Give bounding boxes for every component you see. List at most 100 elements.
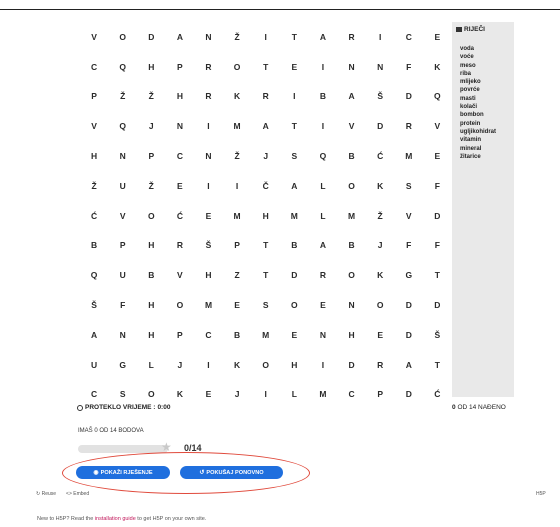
grid-cell[interactable]: V	[109, 211, 138, 221]
grid-cell[interactable]: Ć	[366, 151, 395, 161]
grid-cell[interactable]: N	[194, 151, 223, 161]
grid-cell[interactable]: R	[337, 32, 366, 42]
grid-cell[interactable]: I	[252, 389, 281, 399]
grid-cell[interactable]: O	[337, 181, 366, 191]
grid-cell[interactable]: Š	[423, 330, 452, 340]
grid-cell[interactable]: H	[166, 91, 195, 101]
grid-cell[interactable]: V	[423, 121, 452, 131]
grid-cell[interactable]: Ć	[166, 211, 195, 221]
grid-cell[interactable]: K	[423, 62, 452, 72]
grid-cell[interactable]: F	[395, 62, 424, 72]
grid-cell[interactable]: H	[280, 360, 309, 370]
grid-cell[interactable]: I	[366, 32, 395, 42]
grid-cell[interactable]: D	[395, 91, 424, 101]
grid-cell[interactable]: A	[309, 240, 338, 250]
grid-cell[interactable]: O	[109, 32, 138, 42]
grid-cell[interactable]: M	[337, 211, 366, 221]
grid-cell[interactable]: I	[223, 181, 252, 191]
grid-cell[interactable]: V	[337, 121, 366, 131]
grid-cell[interactable]: A	[309, 32, 338, 42]
grid-cell[interactable]: S	[395, 181, 424, 191]
grid-cell[interactable]: H	[337, 330, 366, 340]
grid-cell[interactable]: L	[309, 211, 338, 221]
grid-cell[interactable]: S	[109, 389, 138, 399]
grid-cell[interactable]: I	[194, 360, 223, 370]
grid-cell[interactable]: Č	[252, 181, 281, 191]
grid-cell[interactable]: M	[252, 330, 281, 340]
grid-cell[interactable]: D	[337, 360, 366, 370]
grid-cell[interactable]: H	[137, 62, 166, 72]
grid-cell[interactable]: N	[309, 330, 338, 340]
grid-cell[interactable]: Ž	[80, 181, 109, 191]
grid-cell[interactable]: O	[280, 300, 309, 310]
grid-cell[interactable]: H	[80, 151, 109, 161]
grid-cell[interactable]: R	[194, 62, 223, 72]
grid-cell[interactable]: T	[280, 32, 309, 42]
grid-cell[interactable]: U	[109, 270, 138, 280]
grid-cell[interactable]: R	[309, 270, 338, 280]
grid-cell[interactable]: D	[395, 389, 424, 399]
grid-cell[interactable]: V	[395, 211, 424, 221]
grid-cell[interactable]: K	[366, 270, 395, 280]
grid-cell[interactable]: P	[223, 240, 252, 250]
grid-cell[interactable]: C	[166, 151, 195, 161]
grid-cell[interactable]: G	[109, 360, 138, 370]
grid-cell[interactable]: R	[395, 121, 424, 131]
grid-cell[interactable]: A	[80, 330, 109, 340]
grid-cell[interactable]: Ž	[366, 211, 395, 221]
grid-cell[interactable]: M	[309, 389, 338, 399]
grid-cell[interactable]: C	[194, 330, 223, 340]
grid-cell[interactable]: N	[166, 121, 195, 131]
grid-cell[interactable]: F	[423, 240, 452, 250]
grid-cell[interactable]: B	[337, 151, 366, 161]
grid-cell[interactable]: Ć	[423, 389, 452, 399]
grid-cell[interactable]: J	[137, 121, 166, 131]
grid-cell[interactable]: I	[309, 62, 338, 72]
grid-cell[interactable]: Ć	[80, 211, 109, 221]
grid-cell[interactable]: E	[280, 62, 309, 72]
grid-cell[interactable]: Š	[194, 240, 223, 250]
grid-cell[interactable]: Ž	[223, 32, 252, 42]
grid-cell[interactable]: Š	[80, 300, 109, 310]
grid-cell[interactable]: P	[366, 389, 395, 399]
grid-cell[interactable]: E	[309, 300, 338, 310]
grid-cell[interactable]: Ž	[109, 91, 138, 101]
grid-cell[interactable]: N	[337, 62, 366, 72]
grid-cell[interactable]: Q	[423, 91, 452, 101]
reuse-link[interactable]: ↻ Reuse	[36, 491, 56, 497]
grid-cell[interactable]: E	[194, 211, 223, 221]
grid-cell[interactable]: P	[109, 240, 138, 250]
letter-grid[interactable]: VODANŽITARICECQHPROTEINNFKPŽŽHRKRIBAŠDQV…	[80, 22, 452, 409]
grid-cell[interactable]: E	[423, 151, 452, 161]
grid-cell[interactable]: E	[280, 330, 309, 340]
grid-cell[interactable]: U	[109, 181, 138, 191]
grid-cell[interactable]: F	[395, 240, 424, 250]
grid-cell[interactable]: F	[423, 181, 452, 191]
grid-cell[interactable]: L	[137, 360, 166, 370]
grid-cell[interactable]: I	[194, 181, 223, 191]
grid-cell[interactable]: H	[194, 270, 223, 280]
grid-cell[interactable]: O	[337, 270, 366, 280]
grid-cell[interactable]: R	[194, 91, 223, 101]
grid-cell[interactable]: C	[337, 389, 366, 399]
grid-cell[interactable]: C	[80, 389, 109, 399]
grid-cell[interactable]: E	[423, 32, 452, 42]
grid-cell[interactable]: D	[395, 330, 424, 340]
grid-cell[interactable]: D	[280, 270, 309, 280]
grid-cell[interactable]: M	[223, 211, 252, 221]
grid-cell[interactable]: Q	[109, 121, 138, 131]
grid-cell[interactable]: D	[395, 300, 424, 310]
grid-cell[interactable]: M	[223, 121, 252, 131]
grid-cell[interactable]: Q	[109, 62, 138, 72]
grid-cell[interactable]: S	[252, 300, 281, 310]
embed-link[interactable]: <> Embed	[66, 491, 89, 497]
grid-cell[interactable]: T	[252, 240, 281, 250]
grid-cell[interactable]: V	[80, 121, 109, 131]
grid-cell[interactable]: R	[166, 240, 195, 250]
grid-cell[interactable]: J	[252, 151, 281, 161]
grid-cell[interactable]: N	[109, 151, 138, 161]
grid-cell[interactable]: Ž	[137, 91, 166, 101]
grid-cell[interactable]: I	[280, 91, 309, 101]
grid-cell[interactable]: K	[223, 360, 252, 370]
grid-cell[interactable]: P	[137, 151, 166, 161]
